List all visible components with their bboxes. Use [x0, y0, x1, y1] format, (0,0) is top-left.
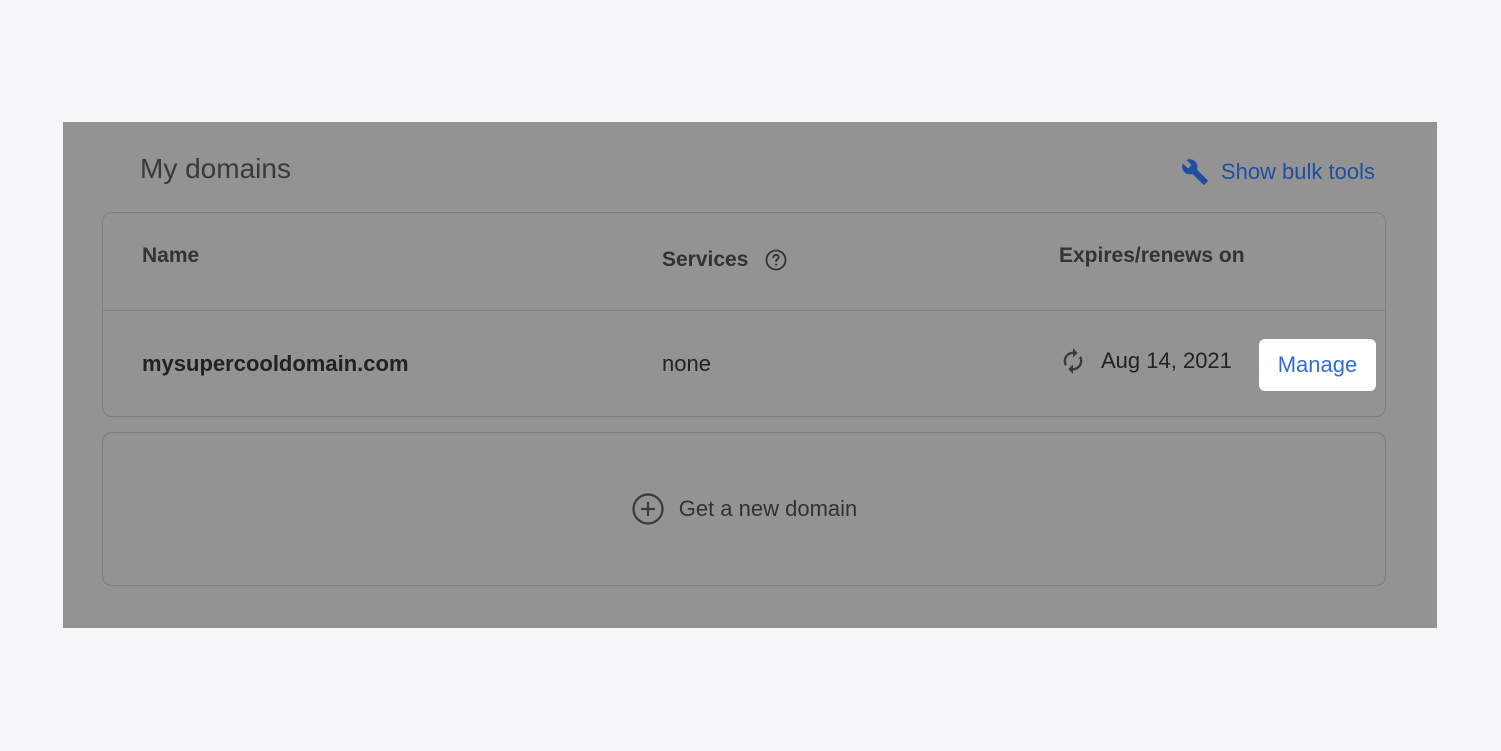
show-bulk-tools-link[interactable]: Show bulk tools [1181, 158, 1375, 186]
domain-services: none [662, 351, 711, 376]
table-row: mysupercooldomain.com none Aug 14, 2021 … [103, 311, 1385, 417]
column-header-services: Services [662, 247, 788, 273]
domains-panel: My domains Show bulk tools Name Services [63, 122, 1437, 628]
get-new-domain-link[interactable]: Get a new domain [631, 492, 858, 526]
domain-name: mysupercooldomain.com [142, 351, 409, 376]
manage-button[interactable]: Manage [1259, 339, 1376, 391]
column-header-services-label: Services [662, 248, 749, 271]
autorenew-icon [1059, 347, 1087, 375]
get-new-domain-card[interactable]: Get a new domain [102, 432, 1386, 586]
show-bulk-tools-label: Show bulk tools [1220, 159, 1375, 184]
renewal-date: Aug 14, 2021 [1059, 347, 1232, 375]
table-header: Name Services Expires/renews on [103, 213, 1385, 311]
renewal-date-text: Aug 14, 2021 [1101, 348, 1232, 373]
column-header-name: Name [142, 244, 200, 267]
column-header-expires: Expires/renews on [1059, 244, 1245, 267]
domains-table: Name Services Expires/renews on mysuperc… [102, 212, 1386, 417]
wrench-icon [1181, 158, 1209, 186]
help-icon[interactable] [764, 248, 788, 272]
plus-circle-icon [631, 492, 665, 526]
page-title: My domains [140, 153, 291, 184]
get-new-domain-label: Get a new domain [678, 496, 858, 521]
